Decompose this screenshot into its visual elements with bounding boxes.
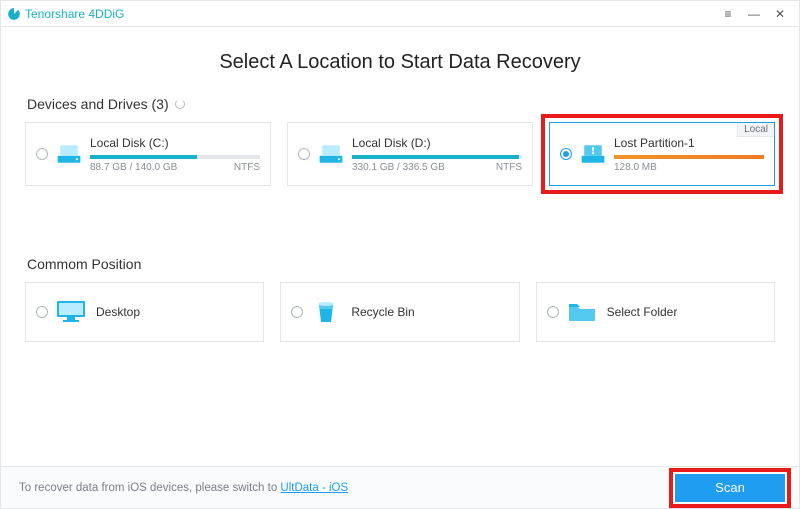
titlebar: Tenorshare 4DDiG ≡ — ✕ (1, 1, 799, 27)
disk-alert-icon (578, 139, 608, 169)
capacity-bar (614, 155, 764, 159)
scan-highlight: Scan (669, 468, 791, 508)
footer-text-before: To recover data from iOS devices, please… (19, 482, 280, 494)
drive-filesystem: NTFS (234, 162, 260, 173)
window-controls: ≡ — ✕ (721, 7, 793, 21)
location-name: Select Folder (607, 305, 678, 319)
page-title: Select A Location to Start Data Recovery (25, 51, 775, 74)
drive-body: Local Disk (D:) 330.1 GB / 336.5 GB NTFS (346, 136, 522, 173)
drive-filesystem: NTFS (496, 162, 522, 173)
drive-name: Lost Partition-1 (614, 136, 764, 150)
recycle-bin-icon (309, 298, 343, 326)
drive-radio[interactable] (36, 148, 48, 160)
footer: To recover data from iOS devices, please… (1, 466, 799, 508)
disk-icon (316, 139, 346, 169)
app-name: Tenorshare 4DDiG (25, 7, 124, 21)
location-radio[interactable] (547, 306, 559, 318)
close-button[interactable]: ✕ (773, 7, 787, 21)
location-card-select-folder[interactable]: Select Folder (536, 282, 775, 342)
drive-card-d[interactable]: Local Disk (D:) 330.1 GB / 336.5 GB NTFS (287, 122, 533, 186)
location-name: Desktop (96, 305, 140, 319)
footer-link[interactable]: UltData - iOS (280, 482, 348, 494)
drive-card-highlight: Local Lost Partition-1 (541, 114, 783, 194)
capacity-fill (352, 155, 519, 159)
drive-card-lost-partition[interactable]: Local Lost Partition-1 (549, 122, 775, 186)
location-card-recycle-bin[interactable]: Recycle Bin (280, 282, 519, 342)
drive-card-c[interactable]: Local Disk (C:) 88.7 GB / 140.0 GB NTFS (25, 122, 271, 186)
drive-tag: Local (737, 123, 774, 137)
drive-capacity: 88.7 GB / 140.0 GB (90, 162, 177, 173)
drive-body: Local Disk (C:) 88.7 GB / 140.0 GB NTFS (84, 136, 260, 173)
drive-body: Lost Partition-1 128.0 MB (608, 136, 764, 173)
drive-meta: 88.7 GB / 140.0 GB NTFS (90, 162, 260, 173)
devices-heading: Devices and Drives (3) (27, 96, 775, 112)
drive-name: Local Disk (C:) (90, 136, 260, 150)
footer-text: To recover data from iOS devices, please… (19, 482, 348, 494)
devices-heading-label: Devices and Drives (3) (27, 96, 169, 112)
capacity-bar (90, 155, 260, 159)
capacity-bar (352, 155, 522, 159)
app-icon (7, 7, 21, 21)
common-heading: Commom Position (27, 256, 775, 272)
location-radio[interactable] (36, 306, 48, 318)
desktop-icon (54, 298, 88, 326)
drive-capacity: 128.0 MB (614, 162, 657, 173)
location-name: Recycle Bin (351, 305, 414, 319)
menu-button[interactable]: ≡ (721, 7, 735, 21)
loading-spinner-icon (175, 99, 185, 109)
drive-meta: 128.0 MB (614, 162, 764, 173)
disk-icon (54, 139, 84, 169)
drive-meta: 330.1 GB / 336.5 GB NTFS (352, 162, 522, 173)
scan-button[interactable]: Scan (675, 474, 785, 502)
capacity-fill (614, 155, 764, 159)
main-area: Select A Location to Start Data Recovery… (1, 27, 799, 466)
drive-radio[interactable] (560, 148, 572, 160)
location-card-desktop[interactable]: Desktop (25, 282, 264, 342)
devices-row: Local Disk (C:) 88.7 GB / 140.0 GB NTFS (25, 122, 775, 186)
location-radio[interactable] (291, 306, 303, 318)
drive-capacity: 330.1 GB / 336.5 GB (352, 162, 445, 173)
minimize-button[interactable]: — (747, 7, 761, 21)
capacity-fill (90, 155, 197, 159)
drive-name: Local Disk (D:) (352, 136, 522, 150)
common-row: Desktop Recycle Bin Select Folder (25, 282, 775, 342)
folder-icon (565, 298, 599, 326)
titlebar-brand: Tenorshare 4DDiG (7, 7, 124, 21)
drive-radio[interactable] (298, 148, 310, 160)
